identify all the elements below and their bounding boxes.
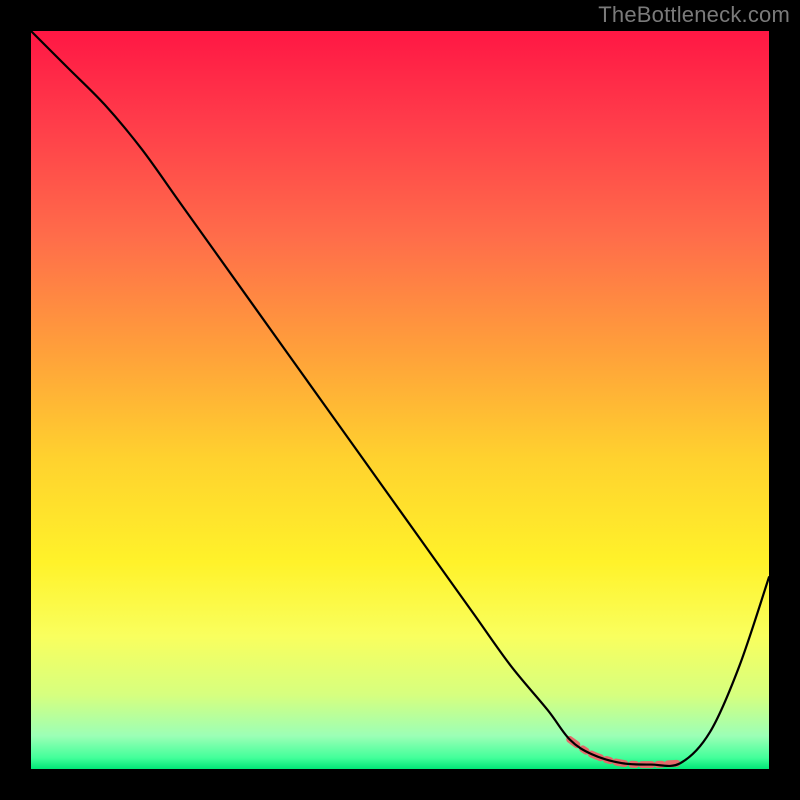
bottleneck-plot — [0, 0, 800, 800]
plot-area-gradient — [31, 31, 769, 769]
watermark-text: TheBottleneck.com — [598, 2, 790, 28]
chart-container: { "watermark": "TheBottleneck.com", "plo… — [0, 0, 800, 800]
